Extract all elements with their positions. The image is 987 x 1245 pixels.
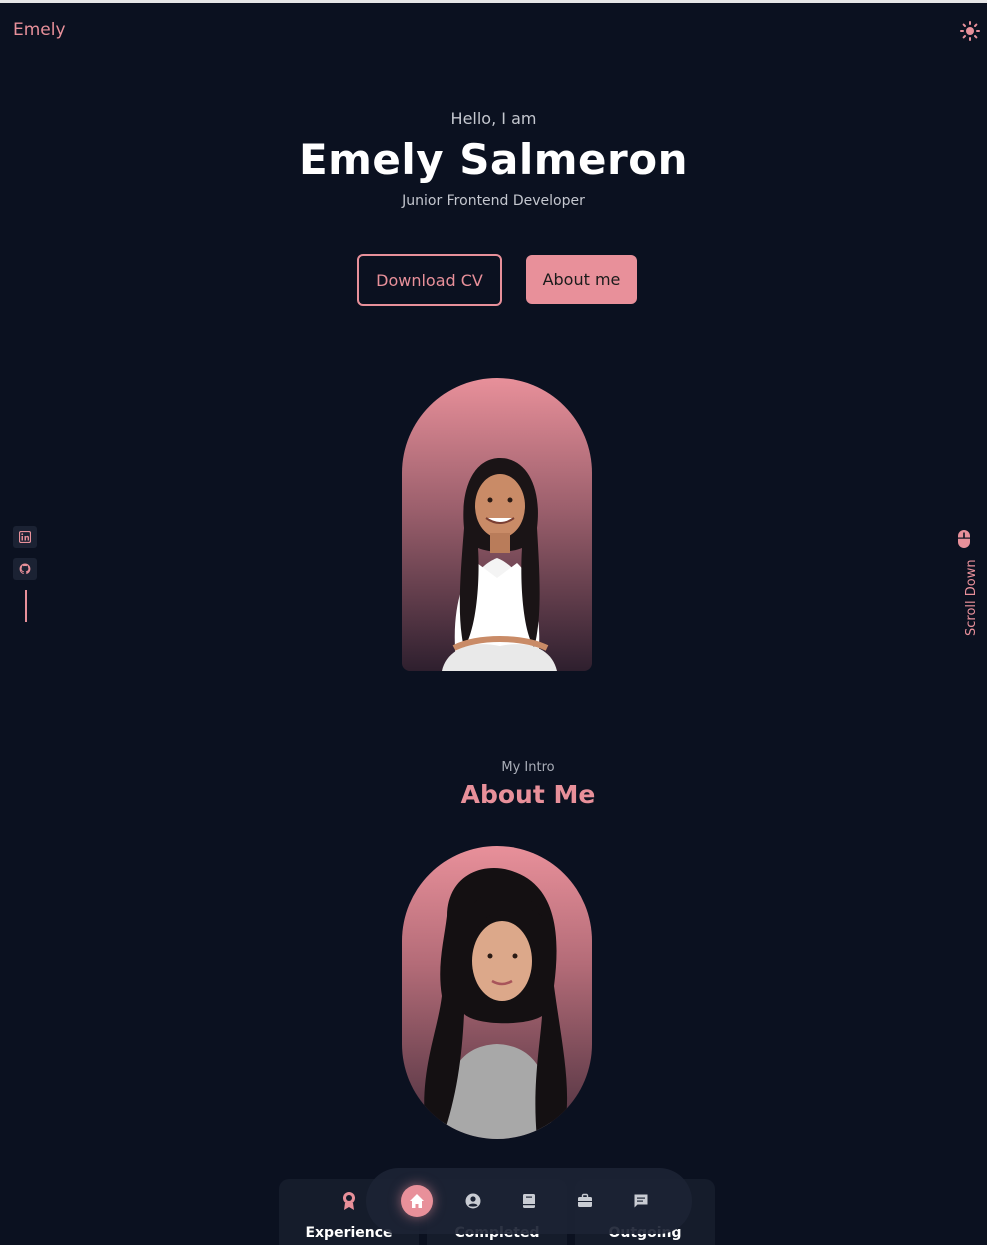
hero-greeting: Hello, I am (450, 109, 537, 128)
scroll-down-label: Scroll Down (964, 559, 979, 636)
award-icon (343, 1192, 355, 1210)
user-icon (465, 1193, 481, 1209)
hero-name: Emely Salmeron (298, 135, 689, 184)
nav-home[interactable] (401, 1185, 433, 1217)
bottom-nav (366, 1168, 692, 1234)
hero-portrait (402, 378, 592, 671)
nav-portfolio[interactable] (569, 1185, 601, 1217)
linkedin-icon[interactable] (13, 526, 37, 548)
social-links (13, 526, 37, 590)
about-title: About Me (460, 780, 596, 809)
logo-link[interactable]: Emely (13, 20, 66, 40)
scroll-down-link[interactable]: Scroll Down (952, 530, 979, 640)
download-cv-button[interactable]: Download CV (357, 254, 502, 306)
book-icon (523, 1194, 535, 1208)
hero-role: Junior Frontend Developer (402, 193, 585, 209)
about-portrait (402, 846, 592, 1139)
nav-skills[interactable] (513, 1185, 545, 1217)
briefcase-icon (578, 1193, 592, 1207)
mouse-icon (958, 530, 970, 548)
sun-icon[interactable] (960, 21, 980, 41)
home-icon (410, 1194, 424, 1208)
nav-contact[interactable] (625, 1185, 657, 1217)
about-me-button[interactable]: About me (526, 255, 637, 304)
github-icon[interactable] (13, 558, 37, 580)
nav-about[interactable] (457, 1185, 489, 1217)
top-strip (0, 0, 987, 3)
about-subtitle: My Intro (501, 760, 555, 775)
message-icon (634, 1194, 648, 1208)
social-divider-line (25, 590, 27, 622)
